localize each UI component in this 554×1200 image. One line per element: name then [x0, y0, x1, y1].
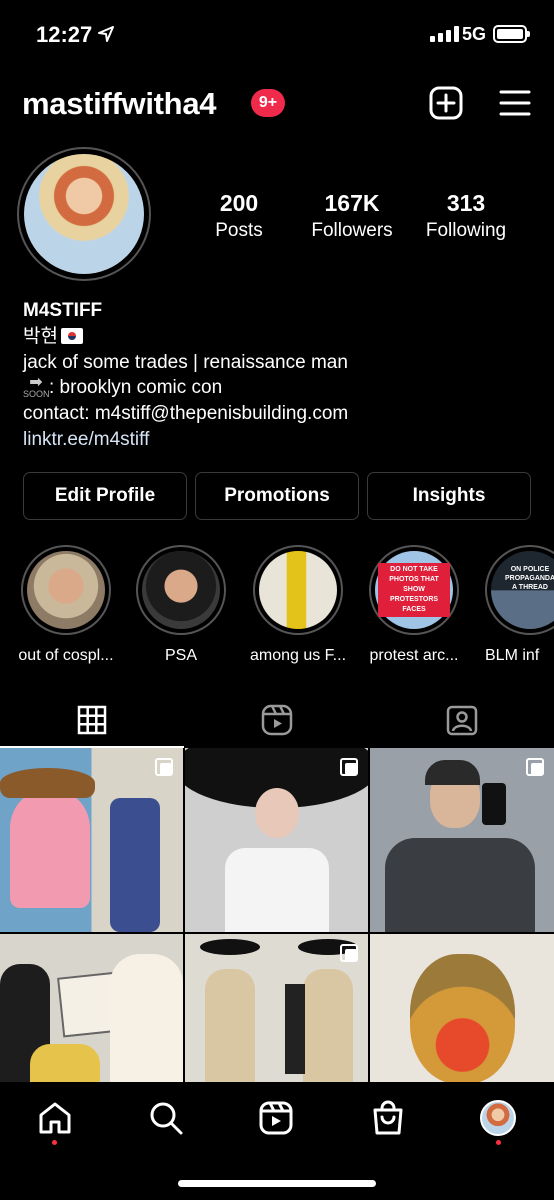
network-label: 5G	[462, 24, 487, 44]
bio-line-2: ➡ SOON: brooklyn comic con	[23, 375, 543, 401]
bio-line-1: jack of some trades | renaissance man	[23, 351, 348, 373]
reels-icon	[261, 704, 293, 736]
post-hat	[0, 768, 95, 798]
profile-nav-item[interactable]	[480, 1100, 516, 1136]
grid-icon	[77, 705, 107, 735]
new-post-icon[interactable]	[429, 86, 463, 120]
post-face	[255, 788, 299, 838]
display-name: M4STIFF	[23, 300, 103, 321]
highlight-psa[interactable]: PSA	[116, 545, 246, 665]
reels-nav-icon[interactable]	[258, 1100, 294, 1136]
following-stat[interactable]: 313 Following	[406, 190, 526, 242]
highlight-label: PSA	[164, 647, 197, 664]
post-figure	[10, 788, 90, 908]
tab-reels[interactable]	[185, 692, 369, 748]
followers-count: 167K	[324, 190, 380, 216]
highlight-cover: ON POLICE PROPAGANDA: A THREAD	[491, 551, 554, 629]
search-icon[interactable]	[148, 1100, 184, 1136]
post-hair	[425, 760, 480, 785]
home-activity-dot	[52, 1140, 57, 1145]
soon-arrow-icon: ➡ SOON	[23, 374, 50, 400]
highlight-out-of-cosplay[interactable]: out of cospl...	[1, 545, 131, 665]
shop-icon[interactable]	[370, 1100, 406, 1136]
followers-label: Followers	[311, 220, 393, 241]
highlight-cover	[27, 551, 105, 629]
edit-profile-button[interactable]: Edit Profile	[23, 472, 187, 520]
highlight-label: BLM inf	[485, 647, 540, 664]
promotions-button[interactable]: Promotions	[195, 472, 359, 520]
following-label: Following	[425, 220, 507, 241]
highlight-protest-archive[interactable]: DO NOT TAKE PHOTOS THAT SHOW PROTESTORS …	[349, 545, 479, 665]
highlight-blm-info[interactable]: ON POLICE PROPAGANDA: A THREAD BLM inf	[465, 545, 554, 665]
korea-flag-icon	[60, 327, 83, 344]
posts-label: Posts	[215, 220, 263, 241]
blm-cover-text: ON POLICE PROPAGANDA: A THREAD	[505, 566, 554, 591]
highlight-cover	[259, 551, 337, 629]
status-bar: 12:27 5G	[0, 0, 554, 70]
post-hat	[200, 939, 260, 955]
highlight-label: out of cospl...	[18, 647, 114, 664]
profile-avatar[interactable]	[17, 147, 151, 281]
avatar-image	[24, 154, 144, 274]
grid-post[interactable]	[370, 748, 554, 932]
home-icon[interactable]	[37, 1100, 73, 1136]
followers-stat[interactable]: 167K Followers	[292, 190, 412, 242]
location-arrow-icon	[98, 26, 114, 42]
post-dress	[225, 848, 329, 932]
highlight-among-us[interactable]: among us F...	[233, 545, 363, 665]
bio-korean-line: 박현	[23, 324, 543, 350]
notification-badge[interactable]: 9+	[251, 89, 285, 117]
soon-label: SOON	[23, 389, 50, 400]
protest-cover-text: DO NOT TAKE PHOTOS THAT SHOW PROTESTORS …	[378, 563, 450, 617]
post-face	[410, 954, 515, 1084]
highlight-label: protest arc...	[369, 647, 459, 664]
status-time: 12:27	[36, 22, 93, 47]
battery-icon	[493, 25, 530, 43]
highlight-cover: DO NOT TAKE PHOTOS THAT SHOW PROTESTORS …	[375, 551, 453, 629]
insights-button[interactable]: Insights	[367, 472, 531, 520]
signal-icon	[430, 26, 459, 42]
tagged-icon	[446, 705, 478, 736]
profile-tabs	[0, 692, 554, 748]
grid-post[interactable]	[185, 748, 368, 932]
posts-stat[interactable]: 200 Posts	[179, 190, 299, 242]
following-count: 313	[446, 190, 486, 216]
bio-line-2-text: : brooklyn comic con	[49, 377, 223, 399]
home-indicator	[178, 1180, 376, 1187]
bio-contact: contact: m4stiff@thepenisbuilding.com	[23, 403, 349, 425]
multiple-posts-icon	[340, 758, 358, 776]
menu-icon[interactable]	[498, 86, 532, 120]
post-figure	[285, 984, 305, 1074]
posts-count: 200	[219, 190, 259, 216]
bio-link[interactable]: linktr.ee/m4stiff	[23, 427, 543, 453]
grid-post[interactable]	[0, 748, 183, 932]
highlight-label: among us F...	[249, 647, 347, 664]
multiple-posts-icon	[340, 944, 358, 962]
profile-activity-dot	[496, 1140, 501, 1145]
tab-tagged[interactable]	[370, 692, 554, 748]
highlight-cover	[142, 551, 220, 629]
post-figure	[110, 798, 160, 932]
profile-avatar-icon	[480, 1100, 516, 1136]
bio: M4STIFF 박현 jack of some trades | renaiss…	[23, 298, 543, 453]
tab-grid[interactable]	[0, 692, 184, 748]
multiple-posts-icon	[526, 758, 544, 776]
profile-username[interactable]: mastiffwitha4	[22, 86, 217, 122]
korean-name: 박현	[23, 325, 58, 347]
multiple-posts-icon	[155, 758, 173, 776]
post-phone	[482, 783, 506, 825]
post-grid	[0, 748, 554, 1118]
post-jacket	[385, 838, 535, 932]
